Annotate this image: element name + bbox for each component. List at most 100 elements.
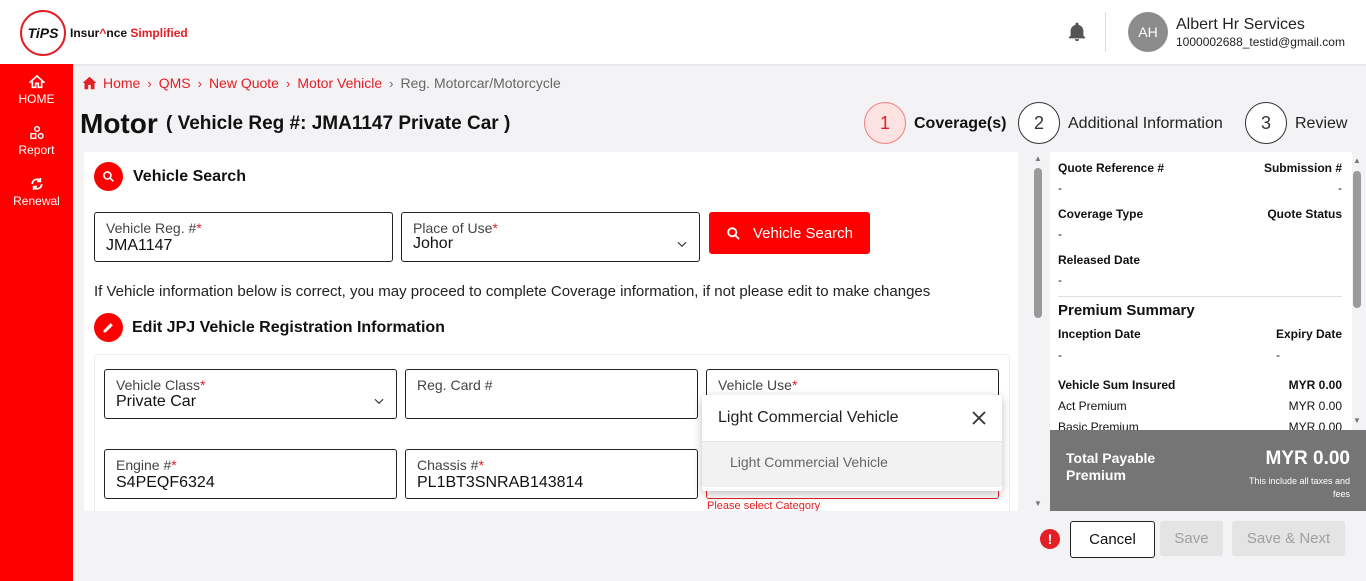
- sidebar-item-label: Report: [18, 143, 55, 157]
- summary-scrollbar-thumb[interactable]: [1353, 171, 1361, 308]
- search-icon: [94, 162, 123, 191]
- dropdown-option[interactable]: Light Commercial Vehicle: [702, 442, 1002, 487]
- vehicle-use-label: Vehicle Use*: [718, 377, 798, 393]
- sidebar: HOME Report Renewal: [0, 64, 73, 581]
- vehicle-search-button[interactable]: Vehicle Search: [709, 212, 870, 254]
- sidebar-item-home[interactable]: HOME: [0, 74, 73, 106]
- chassis-number-label: Chassis #*: [417, 457, 484, 473]
- main-scrollbar-thumb[interactable]: [1034, 168, 1042, 318]
- step-1-circle[interactable]: 1: [864, 102, 906, 144]
- basic-premium-label: Basic Premium: [1058, 420, 1139, 430]
- breadcrumb: Home › QMS › New Quote › Motor Vehicle ›…: [82, 75, 561, 91]
- place-of-use-select[interactable]: Place of Use* Johor: [401, 212, 700, 262]
- step-3-label[interactable]: Review: [1295, 115, 1347, 133]
- reg-card-field[interactable]: Reg. Card #: [405, 369, 698, 419]
- warning-icon[interactable]: !: [1040, 529, 1060, 549]
- coverage-type-label: Coverage Type: [1058, 207, 1144, 221]
- sidebar-item-label: Renewal: [13, 194, 60, 208]
- act-premium-label: Act Premium: [1058, 399, 1127, 413]
- step-1-label[interactable]: Coverage(s): [914, 115, 1006, 133]
- act-premium-value: MYR 0.00: [1288, 399, 1342, 413]
- vehicle-class-select[interactable]: Vehicle Class* Private Car: [104, 369, 397, 419]
- breadcrumb-chevron-icon: ›: [285, 75, 291, 91]
- sidebar-item-label: HOME: [18, 92, 55, 106]
- cancel-button[interactable]: Cancel: [1070, 521, 1155, 558]
- breadcrumb-home[interactable]: Home: [103, 75, 140, 91]
- bell-icon[interactable]: [1066, 20, 1088, 44]
- search-icon: [727, 226, 740, 240]
- breadcrumb-motor-vehicle[interactable]: Motor Vehicle: [297, 75, 382, 91]
- place-of-use-label: Place of Use*: [413, 220, 498, 236]
- inception-date-label: Inception Date: [1058, 327, 1141, 341]
- vehicle-class-label: Vehicle Class*: [116, 377, 206, 393]
- breadcrumb-chevron-icon: ›: [197, 75, 202, 91]
- inception-date-value: -: [1058, 348, 1062, 362]
- step-3-circle[interactable]: 3: [1245, 102, 1287, 144]
- released-date-value: -: [1058, 273, 1062, 287]
- logo-mark: TiPS: [20, 10, 66, 56]
- coverage-type-value: -: [1058, 227, 1062, 241]
- step-2-label[interactable]: Additional Information: [1068, 115, 1223, 133]
- submission-value: -: [1338, 181, 1342, 195]
- edit-icon: [94, 313, 123, 342]
- breadcrumb-qms[interactable]: QMS: [159, 75, 191, 91]
- sum-insured-value: MYR 0.00: [1288, 378, 1342, 392]
- vehicle-use-dropdown: Light Commercial Vehicle Light Commercia…: [702, 395, 1002, 491]
- breadcrumb-current: Reg. Motorcar/Motorcycle: [400, 75, 561, 91]
- basic-premium-value: MYR 0.00: [1288, 420, 1342, 430]
- submission-label: Submission #: [1263, 161, 1342, 175]
- reg-card-label: Reg. Card #: [417, 377, 493, 393]
- sidebar-item-report[interactable]: Report: [0, 125, 73, 157]
- vehicle-reg-label: Vehicle Reg. #*: [106, 220, 202, 236]
- quote-ref-value: -: [1058, 181, 1062, 195]
- total-note: This include all taxes and fees: [1248, 476, 1350, 499]
- summary-divider: [1058, 296, 1342, 297]
- engine-number-field[interactable]: Engine #* S4PEQF6324: [104, 449, 397, 499]
- chevron-down-icon: [374, 398, 384, 405]
- total-amount: MYR 0.00: [1265, 448, 1350, 469]
- scroll-up-arrow-icon[interactable]: ▲: [1034, 154, 1042, 163]
- save-button[interactable]: Save: [1160, 521, 1223, 556]
- step-2-circle[interactable]: 2: [1018, 102, 1060, 144]
- sum-insured-label: Vehicle Sum Insured: [1058, 378, 1176, 392]
- top-bar: TiPS Insur^nce Simplified AH Albert Hr S…: [0, 0, 1366, 64]
- quote-ref-label: Quote Reference #: [1058, 161, 1165, 175]
- report-icon: [29, 125, 44, 140]
- quote-status-label: Quote Status: [1267, 207, 1342, 221]
- vehicle-reg-field[interactable]: Vehicle Reg. #* JMA1147: [94, 212, 393, 262]
- logo-text: Insur^nce Simplified: [70, 26, 188, 40]
- avatar[interactable]: AH: [1128, 12, 1168, 52]
- header-divider: [1105, 12, 1106, 52]
- save-next-button[interactable]: Save & Next: [1232, 521, 1345, 556]
- dropdown-header: Light Commercial Vehicle: [718, 409, 899, 426]
- breadcrumb-chevron-icon: ›: [147, 75, 152, 91]
- chassis-number-field[interactable]: Chassis #* PL1BT3SNRAB143814: [405, 449, 698, 499]
- home-icon: [28, 74, 45, 89]
- tips-logo[interactable]: TiPS Insur^nce Simplified: [20, 10, 188, 56]
- breadcrumb-new-quote[interactable]: New Quote: [209, 75, 279, 91]
- vehicle-search-button-label: Vehicle Search: [752, 224, 854, 242]
- chevron-down-icon: [677, 241, 687, 248]
- total-payable-panel: Total Payable Premium MYR 0.00 This incl…: [1050, 430, 1366, 511]
- info-text: If Vehicle information below is correct,…: [94, 283, 931, 300]
- sidebar-item-renewal[interactable]: Renewal: [0, 176, 73, 208]
- close-icon[interactable]: [970, 409, 988, 427]
- user-name: Albert Hr Services: [1176, 16, 1305, 33]
- total-label: Total Payable Premium: [1066, 450, 1156, 483]
- home-icon[interactable]: [82, 76, 97, 90]
- vehicle-search-title: Vehicle Search: [133, 168, 246, 185]
- breadcrumb-chevron-icon: ›: [389, 75, 394, 91]
- summary-scroll-down-icon[interactable]: ▼: [1353, 416, 1361, 425]
- user-email: 1000002688_testid@gmail.com: [1176, 35, 1345, 49]
- premium-summary-title: Premium Summary: [1058, 302, 1195, 319]
- place-of-use-value: Johor: [413, 235, 454, 252]
- quote-summary-panel: Quote Reference # - Submission # - Cover…: [1050, 152, 1352, 430]
- summary-scroll-up-icon[interactable]: ▲: [1353, 156, 1361, 165]
- engine-number-label: Engine #*: [116, 457, 177, 473]
- renewal-icon: [30, 178, 43, 190]
- vehicle-class-value: Private Car: [116, 393, 197, 410]
- engine-number-value: S4PEQF6324: [116, 474, 215, 491]
- chassis-number-value: PL1BT3SNRAB143814: [417, 474, 584, 491]
- page-title: Motor: [80, 108, 158, 139]
- scroll-down-arrow-icon[interactable]: ▼: [1034, 499, 1042, 508]
